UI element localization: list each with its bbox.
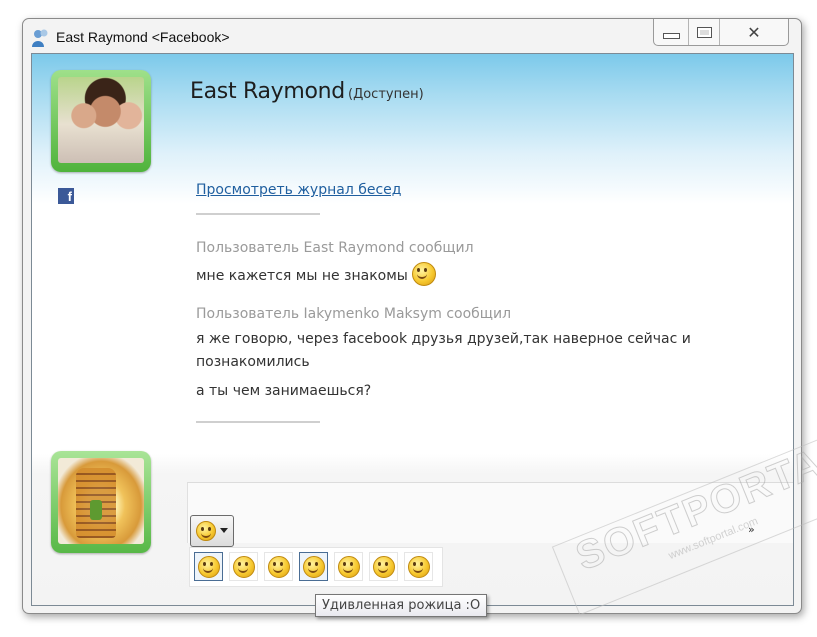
emoticon-tongue[interactable] [334,552,363,581]
send-icon[interactable]: » [748,523,755,536]
tongue-icon [338,556,360,578]
contact-status: (Доступен) [348,87,424,102]
emoticon-picker-button[interactable] [190,515,234,547]
smiley-icon [196,521,216,541]
my-photo [58,458,144,544]
history-divider [196,213,320,215]
emoticon-surprised[interactable] [299,552,328,581]
title-bar[interactable]: East Raymond <Facebook> ✕ [23,19,801,53]
window-title: East Raymond <Facebook> [56,29,230,45]
close-icon: ✕ [747,22,761,42]
messenger-app-icon [32,29,48,47]
sad-icon [373,556,395,578]
emoticon-tooltip: Удивленная рожица :O [315,594,488,617]
emoticon-sad[interactable] [369,552,398,581]
message-text: я же говорю, через facebook друзья друзе… [196,331,691,370]
minimize-button[interactable] [654,19,689,45]
my-avatar[interactable] [51,451,151,553]
maximize-button[interactable] [689,19,720,45]
messages-divider [196,421,320,423]
message-text: а ты чем занимаешься? [196,383,372,399]
embarrassed-icon [408,556,430,578]
chevron-down-icon [220,528,228,533]
close-button[interactable]: ✕ [720,19,788,45]
bottle-picture [90,500,102,520]
emoticon-embarrassed[interactable] [404,552,433,581]
big-grin-icon [233,556,255,578]
contact-avatar[interactable] [51,70,151,172]
contact-photo [58,77,144,163]
emoticon-wink[interactable] [264,552,293,581]
minimize-icon [662,33,680,39]
message-text: мне кажется мы не знакомы [196,262,756,288]
maximize-icon [696,26,712,38]
emoticon-smile[interactable] [194,552,223,581]
window-controls: ✕ [653,19,789,46]
smile-emoticon-icon [411,262,436,286]
message-line: мне кажется мы не знакомы [196,268,408,284]
message-input[interactable] [187,482,793,543]
wink-icon [268,556,290,578]
emoticon-big-grin[interactable] [229,552,258,581]
message-sender: Пользователь East Raymond сообщил [196,240,474,256]
smile-icon [198,556,220,578]
chat-window: East Raymond <Facebook> ✕ f East Raymond… [22,18,802,614]
surprised-icon [303,556,325,578]
view-history-link[interactable]: Просмотреть журнал бесед [196,182,401,198]
conversation-pane: f East Raymond (Доступен) Просмотреть жу… [31,53,794,606]
contact-name: East Raymond [190,79,345,104]
message-sender: Пользователь Iakymenko Maksym сообщил [196,306,512,322]
emoticon-panel [189,547,443,587]
facebook-icon: f [58,188,74,204]
